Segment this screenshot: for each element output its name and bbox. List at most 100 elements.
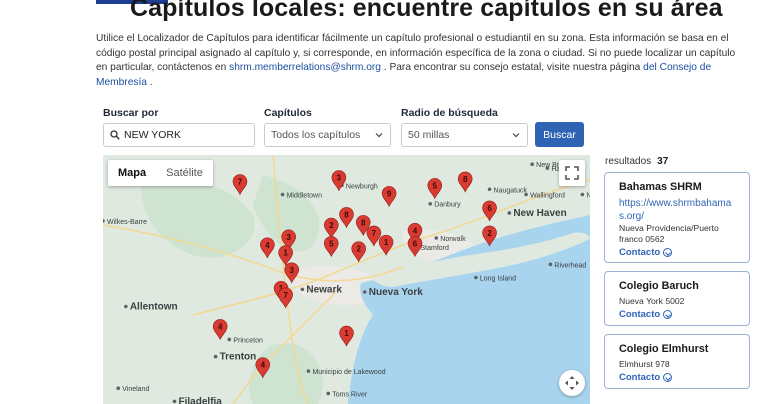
map-place-dot	[326, 391, 331, 396]
map-place-dot	[172, 399, 177, 404]
map-marker-count: 1	[344, 329, 349, 338]
map-place-label: Toms River	[332, 391, 368, 398]
map-place-label: Middletown	[287, 193, 323, 200]
map-marker-count: 3	[289, 266, 294, 275]
map-place-label: Riverhead	[554, 262, 586, 269]
intro-text-2: . Para encontrar su consejo estatal, vis…	[380, 62, 644, 73]
map-place-dot	[300, 287, 305, 292]
contact-link[interactable]: Contacto	[619, 372, 735, 383]
contact-link[interactable]: Contacto	[619, 309, 735, 320]
map-canvas[interactable]: HonesdaleMiddletownNewburghDanburyNew Br…	[103, 155, 590, 404]
map-place-label: Newark	[306, 284, 342, 295]
map-marker-count: 6	[413, 239, 418, 248]
map-marker-count: 3	[337, 174, 342, 183]
map-place-label: Norwalk	[440, 236, 466, 243]
map-marker-count: 7	[238, 178, 243, 187]
map-type-toggle[interactable]: Mapa Satélite	[108, 160, 213, 186]
fullscreen-button[interactable]	[559, 160, 585, 186]
card-address: Nueva York 5002	[619, 296, 685, 306]
map-marker-count: 1	[283, 249, 288, 258]
map-place-label: Nueva York	[369, 287, 424, 298]
map-place-dot	[213, 354, 218, 359]
map-place-dot	[306, 369, 311, 373]
result-card[interactable]: Colegio Baruch Nueva York 5002 Contacto	[604, 271, 750, 326]
map-place-label: Naugatuck	[494, 187, 528, 194]
card-title: Colegio Baruch	[619, 280, 699, 292]
chapters-value: Todos los capítulos	[271, 129, 361, 141]
card-website-link[interactable]: https://www.shrmbahamas.org/	[619, 197, 735, 223]
search-input[interactable]: NEW YORK	[103, 123, 255, 147]
card-address: Elmhurst 978	[619, 359, 670, 369]
map-place-dot	[580, 192, 585, 197]
map-place-label: Wallingford	[530, 193, 565, 200]
map-place-dot	[545, 166, 550, 170]
map-marker-count: 4	[413, 226, 418, 235]
intro-text-3: .	[146, 76, 153, 88]
chapters-label: Capítulos	[264, 107, 312, 119]
map-marker-count: 9	[387, 189, 392, 198]
result-card[interactable]: Bahamas SHRM https://www.shrmbahamas.org…	[604, 172, 750, 263]
map-place-label: Danbury	[434, 202, 461, 209]
radius-value: 50 millas	[408, 129, 450, 141]
search-icon	[110, 130, 120, 140]
map-place-dot	[227, 337, 232, 342]
card-title: Colegio Elmhurst	[619, 343, 709, 355]
map-place-dot	[428, 201, 433, 206]
map-place-label: New Haven	[513, 208, 566, 219]
map-place-dot	[434, 236, 439, 240]
chapter-map[interactable]: HonesdaleMiddletownNewburghDanburyNew Br…	[103, 155, 590, 404]
card-title: Bahamas SHRM	[619, 181, 702, 193]
map-marker-count: 6	[487, 204, 492, 213]
chevron-right-circle-icon	[663, 373, 673, 382]
tab-map[interactable]: Mapa	[108, 160, 156, 186]
map-marker-count: 3	[286, 233, 291, 242]
map-place-label: Filadelfia	[179, 396, 223, 404]
chevron-right-circle-icon	[663, 248, 673, 257]
map-place-label: Trenton	[220, 352, 257, 363]
map-place-dot	[487, 187, 492, 192]
map-place-dot	[280, 192, 285, 197]
map-marker-count: 5	[433, 181, 438, 190]
map-place-label: Stamford	[421, 245, 450, 252]
map-place-label: Wilkes-Barre	[107, 219, 147, 226]
search-button[interactable]: Buscar	[535, 122, 584, 147]
map-place-dot	[507, 211, 512, 215]
card-address: Nueva Providencia/Puerto franco 0562	[619, 223, 719, 244]
page-title: Capítulos locales: encuentre capítulos e…	[130, 0, 723, 22]
contact-label: Contacto	[619, 372, 661, 383]
map-place-label: Narragans	[586, 193, 590, 200]
radius-select[interactable]: 50 millas	[401, 123, 528, 147]
map-place-dot	[530, 162, 534, 167]
contact-label: Contacto	[619, 309, 661, 320]
radius-label: Radio de búsqueda	[401, 107, 498, 119]
map-place-dot	[548, 262, 553, 267]
map-place-dot	[362, 290, 367, 294]
chapters-select[interactable]: Todos los capítulos	[264, 123, 391, 147]
result-card[interactable]: Colegio Elmhurst Elmhurst 978 Contacto	[604, 334, 750, 389]
tab-satellite[interactable]: Satélite	[156, 160, 213, 186]
intro-paragraph: Utilice el Localizador de Capítulos para…	[96, 32, 736, 90]
map-marker-count: 2	[329, 221, 334, 230]
fullscreen-icon	[565, 166, 579, 180]
chevron-down-icon	[375, 133, 383, 138]
search-by-label: Buscar por	[103, 107, 159, 119]
map-marker-count: 4	[261, 361, 266, 370]
map-place-dot	[116, 386, 121, 390]
map-marker-count: 8	[361, 218, 366, 227]
chevron-down-icon	[512, 133, 520, 138]
map-marker-count: 4	[218, 322, 223, 331]
map-place-label: Princeton	[233, 337, 263, 344]
map-pan-control[interactable]	[559, 370, 585, 396]
map-marker-count: 4	[265, 241, 270, 250]
map-marker-count: 2	[356, 245, 361, 254]
chevron-right-circle-icon	[663, 310, 673, 319]
map-marker-count: 8	[344, 210, 349, 219]
map-place-label: Long Island	[480, 276, 516, 283]
map-place-dot	[474, 275, 478, 280]
move-arrows-icon	[565, 376, 579, 390]
map-place-dot	[124, 304, 128, 309]
contact-label: Contacto	[619, 247, 661, 258]
map-marker-count: 5	[329, 239, 334, 248]
email-link[interactable]: shrm.memberrelations@shrm.org	[229, 62, 381, 73]
contact-link[interactable]: Contacto	[619, 247, 735, 258]
